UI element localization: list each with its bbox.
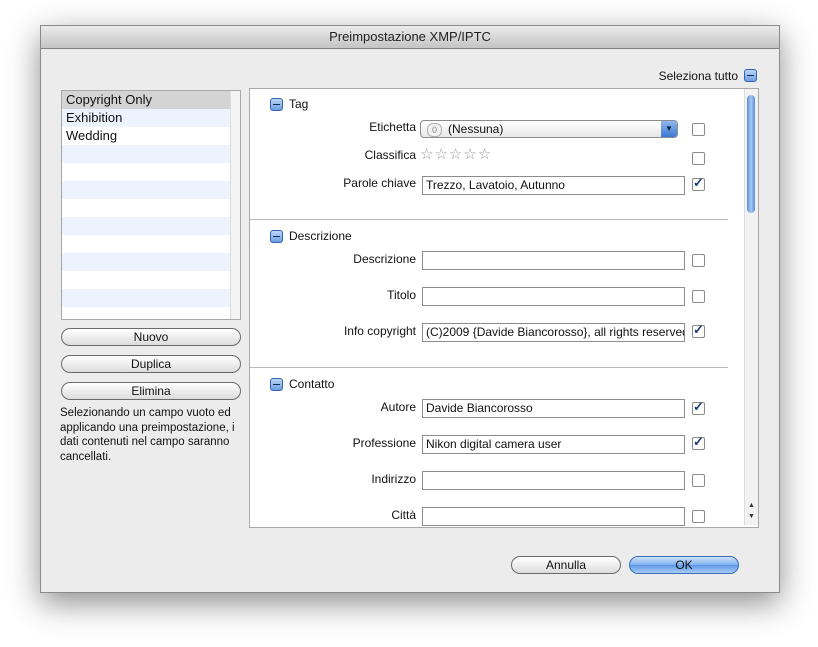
description-field[interactable] <box>422 251 685 270</box>
minus-checkbox-icon[interactable] <box>270 378 283 392</box>
list-item[interactable]: Copyright Only <box>62 91 240 109</box>
star-icon[interactable]: ☆ <box>463 146 477 163</box>
scroll-up-arrow-icon[interactable]: ▲ <box>745 501 758 511</box>
label-select[interactable]: 0 (Nessuna) ▼ <box>420 120 678 138</box>
cancel-button[interactable]: Annulla <box>511 556 621 574</box>
minus-checkbox-icon[interactable] <box>270 98 283 112</box>
address-field[interactable] <box>422 471 685 490</box>
keywords-checkbox[interactable] <box>692 175 705 191</box>
list-item-empty <box>62 163 240 181</box>
star-icon[interactable]: ☆ <box>478 146 492 163</box>
list-item-empty <box>62 199 240 217</box>
title-checkbox[interactable] <box>692 290 705 303</box>
section-divider <box>250 367 728 368</box>
section-title-contact: Contatto <box>289 377 335 391</box>
title-field[interactable] <box>422 287 685 306</box>
star-icon[interactable]: ☆ <box>434 146 448 163</box>
profession-checkbox[interactable] <box>692 434 705 450</box>
description-checkbox[interactable] <box>692 254 705 267</box>
list-item-empty <box>62 145 240 163</box>
profession-label: Professione <box>352 436 416 450</box>
select-all[interactable]: Seleziona tutto <box>659 67 757 84</box>
list-item[interactable]: Exhibition <box>62 109 240 127</box>
list-item-empty <box>62 289 240 307</box>
rating-checkbox[interactable] <box>692 152 705 165</box>
list-item-empty <box>62 181 240 199</box>
author-checkbox[interactable] <box>692 399 705 415</box>
warning-note: Selezionando un campo vuoto ed applicand… <box>60 407 235 463</box>
city-checkbox[interactable] <box>692 510 705 523</box>
label-label: Etichetta <box>369 120 416 134</box>
list-item[interactable]: Wedding <box>62 127 240 145</box>
address-checkbox[interactable] <box>692 474 705 487</box>
duplicate-preset-button[interactable]: Duplica <box>61 355 241 373</box>
list-item-empty <box>62 307 240 319</box>
title-label: Titolo <box>387 288 416 302</box>
select-all-label: Seleziona tutto <box>658 68 738 83</box>
scrollbar-thumb[interactable] <box>747 95 755 213</box>
label-badge: 0 <box>427 122 442 137</box>
city-field[interactable] <box>422 507 685 526</box>
section-header-tag[interactable]: Tag <box>270 97 309 112</box>
address-label: Indirizzo <box>371 472 416 486</box>
fields-panel: Tag Etichetta 0 (Nessuna) ▼ Classifica ☆☆… <box>249 88 759 528</box>
select-all-checkbox-icon[interactable] <box>744 69 757 83</box>
section-header-contact[interactable]: Contatto <box>270 377 335 392</box>
rating-stars[interactable]: ☆☆☆☆☆ <box>420 147 492 163</box>
preset-dialog: Preimpostazione XMP/IPTC Seleziona tutto… <box>40 25 780 593</box>
ok-button[interactable]: OK <box>629 556 739 574</box>
new-preset-button[interactable]: Nuovo <box>61 328 241 346</box>
description-label: Descrizione <box>353 252 416 266</box>
section-header-description[interactable]: Descrizione <box>270 229 352 244</box>
preset-list[interactable]: Copyright Only Exhibition Wedding <box>61 90 241 320</box>
author-label: Autore <box>380 400 416 414</box>
rating-label: Classifica <box>364 148 416 162</box>
scroll-down-arrow-icon[interactable]: ▼ <box>745 512 758 522</box>
list-item-empty <box>62 253 240 271</box>
keywords-field[interactable]: Trezzo, Lavatoio, Autunno <box>422 176 685 195</box>
chevron-down-icon: ▼ <box>661 121 677 137</box>
copyright-field[interactable]: (C)2009 {Davide Biancorosso}, all rights… <box>422 323 685 342</box>
copyright-label: Info copyright <box>343 324 416 338</box>
minus-checkbox-icon[interactable] <box>270 230 283 244</box>
list-item-empty <box>62 271 240 289</box>
section-title-description: Descrizione <box>289 229 352 243</box>
delete-preset-button[interactable]: Elimina <box>61 382 241 400</box>
author-field[interactable]: Davide Biancorosso <box>422 399 685 418</box>
copyright-checkbox[interactable] <box>692 322 705 338</box>
label-select-value: (Nessuna) <box>448 122 504 136</box>
panel-scrollbar[interactable]: ▲ ▼ <box>744 89 758 525</box>
list-item-empty <box>62 235 240 253</box>
section-title-tag: Tag <box>289 97 309 111</box>
profession-field[interactable]: Nikon digital camera user <box>422 435 685 454</box>
city-label: Città <box>391 508 416 522</box>
label-checkbox[interactable] <box>692 123 705 136</box>
window-title: Preimpostazione XMP/IPTC <box>41 26 779 49</box>
list-scrollbar[interactable] <box>230 91 240 319</box>
star-icon[interactable]: ☆ <box>420 146 434 163</box>
section-divider <box>250 219 728 220</box>
star-icon[interactable]: ☆ <box>449 146 463 163</box>
list-item-empty <box>62 217 240 235</box>
keywords-label: Parole chiave <box>343 176 416 190</box>
